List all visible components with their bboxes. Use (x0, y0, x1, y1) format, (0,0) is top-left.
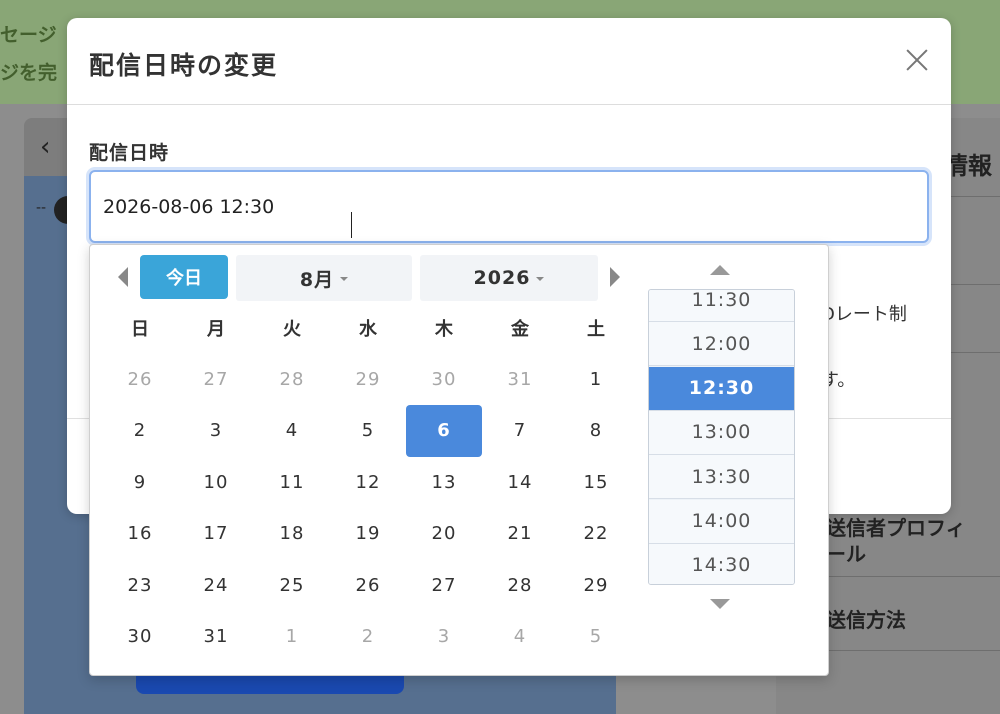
calendar-day[interactable]: 13 (406, 456, 482, 508)
calendar-day[interactable]: 17 (178, 508, 254, 560)
calendar-day[interactable]: 6 (406, 404, 482, 457)
calendar-day[interactable]: 24 (178, 559, 254, 611)
calendar-day[interactable]: 27 (406, 559, 482, 611)
info-title: 情報 (944, 152, 992, 180)
calendar-day[interactable]: 18 (254, 508, 330, 560)
calendar-day[interactable]: 4 (482, 611, 558, 663)
time-scroll-up-icon[interactable] (710, 265, 730, 275)
calendar-day[interactable]: 26 (330, 559, 406, 611)
calendar-day[interactable]: 28 (482, 559, 558, 611)
modal-header: 配信日時の変更 (67, 18, 951, 105)
text-caret (351, 212, 352, 238)
calendar-day[interactable]: 4 (254, 405, 330, 457)
time-option[interactable]: 11:30 (649, 290, 794, 322)
calendar-day[interactable]: 5 (330, 405, 406, 457)
calendar-day[interactable]: 8 (558, 405, 634, 457)
datetime-label: 配信日時 (89, 142, 170, 164)
calendar-day[interactable]: 19 (330, 508, 406, 560)
calendar-day[interactable]: 1 (254, 611, 330, 663)
calendar-day[interactable]: 3 (406, 611, 482, 663)
calendar-day[interactable]: 3 (178, 405, 254, 457)
calendar-day[interactable]: 15 (558, 456, 634, 508)
calendar-day[interactable]: 23 (102, 559, 178, 611)
weekday-header: 木 (435, 319, 453, 340)
calendar-day[interactable]: 7 (482, 405, 558, 457)
next-month-icon[interactable] (610, 267, 620, 287)
chevron-down-icon (340, 277, 349, 281)
calendar-day[interactable]: 30 (102, 611, 178, 663)
year-select-label: 2026 (473, 267, 531, 289)
month-select[interactable]: 8月 (236, 255, 412, 301)
calendar-day[interactable]: 31 (178, 611, 254, 663)
modal-title: 配信日時の変更 (89, 51, 279, 80)
calendar-day[interactable]: 29 (330, 353, 406, 405)
month-select-label: 8月 (299, 268, 335, 291)
calendar-day[interactable]: 14 (482, 456, 558, 508)
sender-profile-label-2: ール (826, 542, 866, 566)
year-select[interactable]: 2026 (420, 255, 598, 301)
calendar-day[interactable]: 1 (558, 353, 634, 405)
prev-month-icon[interactable] (118, 267, 128, 287)
time-option[interactable]: 13:00 (649, 410, 794, 455)
banner-text-2: ジを完 (0, 62, 58, 84)
time-option[interactable]: 14:00 (649, 499, 794, 544)
sender-profile-label-1: 送信者プロフィ (826, 516, 966, 540)
datetime-input[interactable] (89, 170, 929, 243)
calendar-day[interactable]: 9 (102, 456, 178, 508)
calendar-day[interactable]: 2 (102, 405, 178, 457)
today-button[interactable]: 今日 (140, 255, 228, 299)
calendar-day[interactable]: 31 (482, 353, 558, 405)
calendar-day[interactable]: 29 (558, 559, 634, 611)
calendar-day[interactable]: 28 (254, 353, 330, 405)
calendar-day[interactable]: 10 (178, 456, 254, 508)
calendar-day[interactable]: 21 (482, 508, 558, 560)
calendar-day[interactable]: 11 (254, 456, 330, 508)
datetime-picker: 今日 8月 2026 11:30 12:00 12:30 13:00 13:30 14:0… (89, 244, 829, 676)
calendar-day[interactable]: 27 (178, 353, 254, 405)
calendar-day[interactable]: 30 (406, 353, 482, 405)
calendar-day[interactable]: 22 (558, 508, 634, 560)
chevron-left-icon[interactable]: ‹ (40, 132, 50, 162)
banner-text-1: セージ (0, 24, 57, 46)
weekday-header: 月 (207, 319, 225, 340)
time-list[interactable]: 11:30 12:00 12:30 13:00 13:30 14:00 14:30 (648, 289, 795, 585)
chevron-down-icon (536, 277, 545, 281)
weekday-header: 火 (283, 319, 301, 340)
time-option[interactable]: 12:00 (649, 322, 794, 367)
time-scroll-down-icon[interactable] (710, 599, 730, 609)
time-option[interactable]: 12:30 (649, 366, 794, 411)
send-method-label: 送信方法 (826, 608, 906, 632)
calendar-day[interactable]: 26 (102, 353, 178, 405)
weekday-header: 日 (131, 319, 149, 340)
timeline-dash: -- (36, 200, 47, 216)
weekday-header: 水 (359, 319, 377, 340)
description-text-1: Dレート制 (821, 304, 907, 325)
time-option[interactable]: 14:30 (649, 543, 794, 584)
calendar-day[interactable]: 20 (406, 508, 482, 560)
calendar-day[interactable]: 25 (254, 559, 330, 611)
calendar-day[interactable]: 5 (558, 611, 634, 663)
calendar-day[interactable]: 16 (102, 508, 178, 560)
calendar-day[interactable]: 2 (330, 611, 406, 663)
calendar-day[interactable]: 12 (330, 456, 406, 508)
close-icon[interactable] (899, 42, 935, 78)
time-option[interactable]: 13:30 (649, 455, 794, 500)
weekday-header: 金 (511, 319, 529, 340)
weekday-header: 土 (587, 319, 605, 340)
